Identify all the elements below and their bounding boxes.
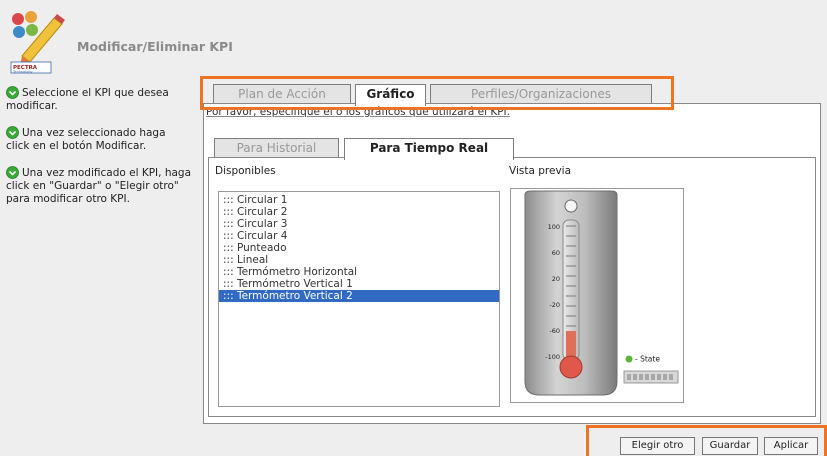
chart-preview: 100 60 20 -20 -60 -100 - State bbox=[510, 188, 684, 403]
list-item[interactable]: ::: Circular 3 bbox=[219, 218, 499, 230]
tab-grafico[interactable]: Gráfico bbox=[355, 84, 426, 106]
hint-item: Una vez modificado el KPI, haga click en… bbox=[6, 166, 191, 206]
tab-plan-de-accion[interactable]: Plan de Acción bbox=[213, 84, 351, 104]
list-item[interactable]: ::: Termómetro Horizontal bbox=[219, 266, 499, 278]
arrow-circle-icon bbox=[6, 86, 19, 99]
state-indicator-icon bbox=[625, 355, 633, 363]
tick-label: -20 bbox=[549, 301, 560, 309]
elegir-otro-button[interactable]: Elegir otro bbox=[620, 437, 695, 455]
tick-label: -100 bbox=[545, 353, 560, 361]
sidebar-instructions: Seleccione el KPI que desea modificar. U… bbox=[6, 86, 191, 219]
list-item-selected[interactable]: ::: Termómetro Vertical 2 bbox=[219, 290, 499, 302]
tick-label: -60 bbox=[549, 327, 560, 335]
list-item[interactable]: ::: Circular 4 bbox=[219, 230, 499, 242]
thermometer-preview-icon: 100 60 20 -20 -60 -100 - State bbox=[524, 190, 679, 396]
aplicar-button[interactable]: Aplicar bbox=[764, 437, 818, 455]
tab-para-historial[interactable]: Para Historial bbox=[214, 138, 339, 158]
tick-label: 60 bbox=[552, 249, 560, 257]
list-item[interactable]: ::: Circular 1 bbox=[219, 194, 499, 206]
tick-label: 20 bbox=[552, 275, 560, 283]
hint-text: Una vez modificado el KPI, haga click en… bbox=[6, 167, 192, 205]
tab-perfiles-organizaciones[interactable]: Perfiles/Organizaciones bbox=[430, 84, 652, 104]
disponibles-label: Disponibles bbox=[215, 165, 276, 177]
pectra-logo-icon: PECTRA Technology bbox=[10, 11, 65, 74]
list-item[interactable]: ::: Lineal bbox=[219, 254, 499, 266]
grafico-panel: Por favor, especifique el o los gráficos… bbox=[203, 103, 821, 424]
hint-item: Seleccione el KPI que desea modificar. bbox=[6, 86, 191, 113]
main-tabs: Plan de Acción Gráfico Perfiles/Organiza… bbox=[213, 84, 653, 106]
vista-previa-label: Vista previa bbox=[509, 165, 572, 177]
hint-item: Una vez seleccionado haga click en el bo… bbox=[6, 126, 191, 153]
list-item[interactable]: ::: Circular 2 bbox=[219, 206, 499, 218]
tab-para-tiempo-real[interactable]: Para Tiempo Real bbox=[344, 138, 514, 160]
list-item[interactable]: ::: Termómetro Vertical 1 bbox=[219, 278, 499, 290]
page-header: PECTRA Technology Modificar/Eliminar KPI bbox=[0, 0, 827, 82]
guardar-button[interactable]: Guardar bbox=[702, 437, 758, 455]
hint-text: Seleccione el KPI que desea modificar. bbox=[6, 87, 169, 112]
list-item[interactable]: ::: Punteado bbox=[219, 242, 499, 254]
legend-label: - State bbox=[635, 355, 660, 364]
svg-text:Technology: Technology bbox=[12, 70, 33, 74]
arrow-circle-icon bbox=[6, 166, 19, 179]
instruction-text: Por favor, especifique el o los gráficos… bbox=[206, 106, 510, 118]
arrow-circle-icon bbox=[6, 126, 19, 139]
chart-type-listbox[interactable]: ::: Circular 1 ::: Circular 2 ::: Circul… bbox=[218, 191, 500, 407]
page-title: Modificar/Eliminar KPI bbox=[77, 39, 233, 54]
hint-text: Una vez seleccionado haga click en el bo… bbox=[6, 127, 166, 152]
tick-label: 100 bbox=[548, 223, 560, 231]
